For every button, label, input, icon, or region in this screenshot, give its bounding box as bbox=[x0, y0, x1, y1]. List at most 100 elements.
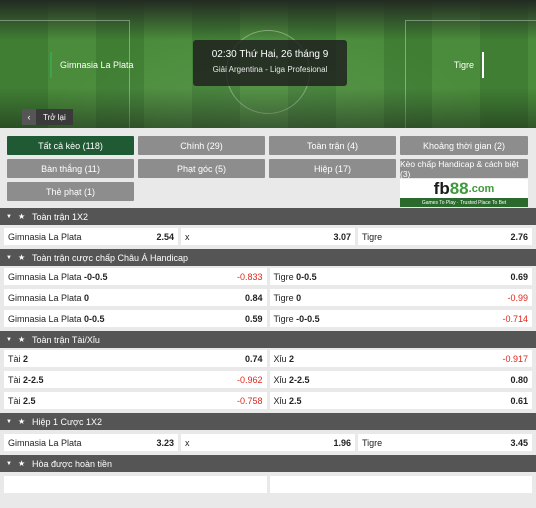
match-league: Giải Argentina - Liga Profesional bbox=[212, 65, 328, 74]
odd-value: 0.59 bbox=[244, 313, 263, 324]
line: 2 bbox=[289, 353, 295, 364]
line: 2 bbox=[23, 353, 29, 364]
selection-name: Tigre bbox=[362, 231, 383, 242]
selection-name: Tigre -0-0.5 bbox=[274, 314, 320, 324]
odd-value: 3.23 bbox=[156, 437, 174, 448]
handicap: 0-0.5 bbox=[296, 271, 317, 282]
selection-name: Gimnasia La Plata bbox=[8, 437, 82, 448]
tab-time-period[interactable]: Khoảng thời gian (2) bbox=[400, 136, 528, 155]
line: 2-2.5 bbox=[289, 374, 310, 385]
collapse-triangle-icon[interactable]: ▼ bbox=[6, 214, 14, 220]
star-icon[interactable]: ★ bbox=[18, 335, 28, 344]
section-header[interactable]: ▼ ★ Toàn trận cược chấp Châu Á Handicap bbox=[0, 249, 536, 266]
back-label: Trở lại bbox=[36, 109, 73, 125]
home-team: Gimnasia La Plata bbox=[50, 52, 134, 78]
odds-cell[interactable]: x 3.07 bbox=[181, 228, 355, 245]
section-title: Hiệp 1 Cược 1X2 bbox=[32, 416, 102, 427]
odds-cell[interactable]: Tài 2 0.74 bbox=[4, 350, 267, 367]
match-datetime: 02:30 Thứ Hai, 26 tháng 9 bbox=[211, 49, 329, 60]
match-info-box: 02:30 Thứ Hai, 26 tháng 9 Giải Argentina… bbox=[193, 40, 347, 86]
odds-cell[interactable]: Tài 2-2.5 -0.962 bbox=[4, 371, 267, 388]
collapse-triangle-icon[interactable]: ▼ bbox=[6, 419, 14, 425]
odds-cell[interactable]: Tài 2.5 -0.758 bbox=[4, 392, 267, 409]
odds-cell[interactable]: Tigre 3.45 bbox=[358, 434, 532, 451]
logo-88: 88 bbox=[449, 179, 469, 198]
odds-cell[interactable]: Tigre 0-0.5 0.69 bbox=[269, 268, 532, 285]
collapse-triangle-icon[interactable]: ▼ bbox=[6, 337, 14, 343]
tab-corners[interactable]: Phạt góc (5) bbox=[138, 159, 265, 178]
selection-name: Tài 2.5 bbox=[8, 396, 36, 406]
logo-fb: fb bbox=[433, 179, 450, 198]
selection-name: x bbox=[185, 231, 190, 242]
side: Xỉu bbox=[273, 395, 290, 406]
selection-name: Gimnasia La Plata bbox=[8, 231, 82, 242]
section-header[interactable]: ▼ ★ Toàn trận Tài/Xỉu bbox=[0, 331, 536, 348]
odds-row: Tài 2-2.5 -0.962 Xỉu 2-2.5 0.80 bbox=[4, 371, 532, 388]
tab-all[interactable]: Tất cả kèo (118) bbox=[7, 136, 134, 155]
tab-goals[interactable]: Bàn thắng (11) bbox=[7, 159, 134, 178]
section-title: Toàn trận Tài/Xỉu bbox=[32, 334, 100, 345]
selection-name: Tigre bbox=[362, 437, 383, 448]
section-header[interactable]: ▼ ★ Hiệp 1 Cược 1X2 bbox=[0, 413, 536, 430]
tab-full-match[interactable]: Toàn trận (4) bbox=[269, 136, 396, 155]
selection-name: Tigre 0 bbox=[274, 293, 302, 303]
tab-handicap[interactable]: Kèo chấp Handicap & cách biệt (3) bbox=[400, 159, 528, 179]
odd-value: -0.758 bbox=[236, 395, 263, 406]
odds-cell[interactable]: Gimnasia La Plata 3.23 bbox=[4, 434, 178, 451]
collapse-triangle-icon[interactable]: ▼ bbox=[6, 255, 14, 261]
selection-name: Xỉu 2 bbox=[274, 354, 295, 364]
team: Tigre bbox=[273, 292, 297, 303]
odds-cell[interactable]: Tigre 0 -0.99 bbox=[269, 289, 532, 306]
odds-cell[interactable]: Gimnasia La Plata 2.54 bbox=[4, 228, 178, 245]
star-icon[interactable]: ★ bbox=[18, 459, 28, 468]
star-icon[interactable]: ★ bbox=[18, 212, 28, 221]
home-team-name: Gimnasia La Plata bbox=[60, 60, 134, 70]
odds-cell[interactable]: Tigre -0-0.5 -0.714 bbox=[269, 310, 532, 327]
line: 2-2.5 bbox=[23, 374, 44, 385]
team: Tigre bbox=[273, 313, 297, 324]
fb88-ad-banner[interactable]: fb 88 .com Games To Play · Trusted Place T… bbox=[400, 179, 528, 207]
selection-name: Tài 2 bbox=[8, 354, 28, 364]
section-header[interactable]: ▼ ★ Hòa được hoàn tiền bbox=[0, 455, 536, 472]
odd-value: 0.84 bbox=[244, 292, 263, 303]
star-icon[interactable]: ★ bbox=[18, 253, 28, 262]
odds-row: Tài 2.5 -0.758 Xỉu 2.5 0.61 bbox=[4, 392, 532, 409]
tab-half[interactable]: Hiệp (17) bbox=[269, 159, 396, 178]
odds-cell[interactable] bbox=[269, 476, 532, 493]
tab-main[interactable]: Chính (29) bbox=[138, 136, 265, 155]
team: Tigre bbox=[273, 271, 297, 282]
odds-cell[interactable]: Xỉu 2.5 0.61 bbox=[269, 392, 532, 409]
star-icon[interactable]: ★ bbox=[18, 417, 28, 426]
odds-cell[interactable]: Gimnasia La Plata -0-0.5 -0.833 bbox=[4, 268, 267, 285]
fb88-logo: fb 88 .com bbox=[400, 179, 528, 198]
odd-value: -0.917 bbox=[502, 353, 528, 364]
match-header: Gimnasia La Plata 02:30 Thứ Hai, 26 thán… bbox=[0, 0, 536, 128]
selection-name: Gimnasia La Plata 0-0.5 bbox=[8, 314, 105, 324]
odds-row bbox=[4, 476, 532, 493]
odds-cell[interactable]: x 1.96 bbox=[181, 434, 355, 451]
tab-cards[interactable]: Thẻ phạt (1) bbox=[7, 182, 134, 201]
odd-value: 3.45 bbox=[510, 437, 528, 448]
logo-com: .com bbox=[468, 182, 495, 195]
odds-cell[interactable] bbox=[4, 476, 267, 493]
back-button[interactable]: ‹ Trở lại bbox=[22, 109, 73, 125]
collapse-triangle-icon[interactable]: ▼ bbox=[6, 461, 14, 467]
odd-value: -0.714 bbox=[502, 313, 528, 324]
team: Gimnasia La Plata bbox=[8, 271, 85, 282]
odd-value: 0.61 bbox=[510, 395, 528, 406]
odd-value: 1.96 bbox=[333, 437, 351, 448]
side: Tài bbox=[8, 353, 24, 364]
market-first-half-1x2: ▼ ★ Hiệp 1 Cược 1X2 Gimnasia La Plata 3.2… bbox=[0, 413, 536, 451]
selection-name: Xỉu 2-2.5 bbox=[274, 375, 310, 385]
away-team-name: Tigre bbox=[453, 60, 474, 70]
odds-cell[interactable]: Gimnasia La Plata 0-0.5 0.59 bbox=[4, 310, 267, 327]
section-header[interactable]: ▼ ★ Toàn trận 1X2 bbox=[0, 208, 536, 225]
odds-cell[interactable]: Tigre 2.76 bbox=[358, 228, 532, 245]
selection-name: Tài 2-2.5 bbox=[8, 375, 44, 385]
handicap: 0 bbox=[84, 292, 90, 303]
odds-cell[interactable]: Xỉu 2-2.5 0.80 bbox=[269, 371, 532, 388]
market-draw-no-bet: ▼ ★ Hòa được hoàn tiền bbox=[0, 455, 536, 493]
odds-cell[interactable]: Gimnasia La Plata 0 0.84 bbox=[4, 289, 267, 306]
odd-value: 0.69 bbox=[510, 271, 528, 282]
odds-cell[interactable]: Xỉu 2 -0.917 bbox=[269, 350, 532, 367]
